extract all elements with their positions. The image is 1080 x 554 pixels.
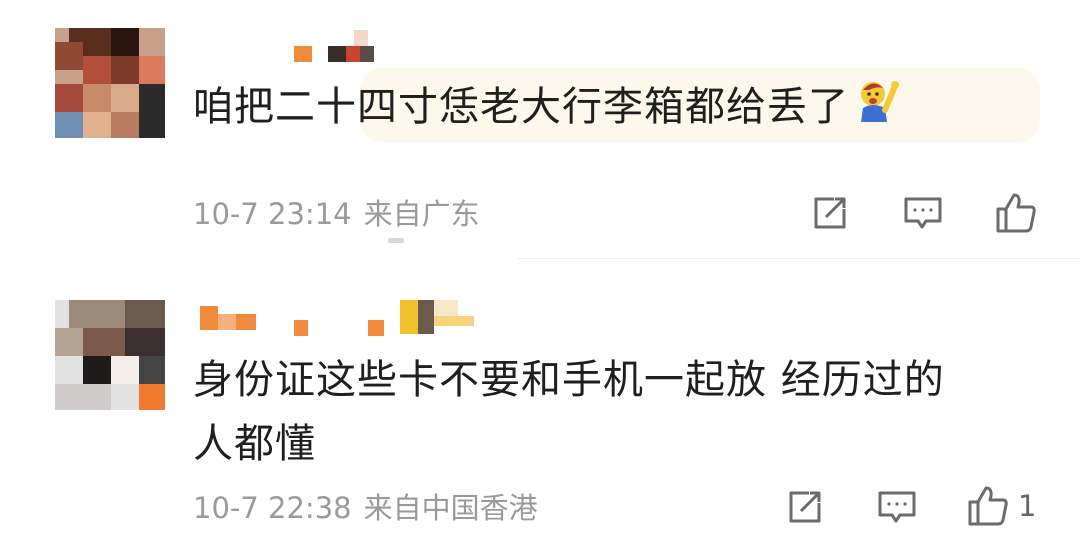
like-button[interactable] [994,191,1046,235]
comment-item[interactable]: 咱把二十四寸恁老大行李箱都给丢了 10-7 23:14 来自广东 [0,0,1080,260]
location: 来自中国香港 [363,491,538,525]
divider [518,258,1080,259]
reply-button[interactable] [876,487,918,527]
username[interactable] [200,296,474,336]
comment-item[interactable]: 身份证这些卡不要和手机一起放 经历过的 人都懂 10-7 22:38 来自中国香港 [0,262,1080,554]
share-icon [785,487,825,527]
thumbs-up-icon [966,484,1010,528]
timestamp: 10-7 22:38 [193,491,352,525]
location: 来自广东 [363,197,480,231]
comment-text-line: 咱把二十四寸恁老大行李箱都给丢了 [193,84,849,130]
comment-text-line: 身份证这些卡不要和手机一起放 经历过的 [193,357,945,403]
comment-text-line: 人都懂 [193,421,316,467]
comment-text: 身份证这些卡不要和手机一起放 经历过的 人都懂 [193,348,945,476]
like-count: 1 [1018,489,1037,523]
timestamp: 10-7 23:14 [193,197,352,231]
comment-meta: 10-7 22:38 来自中国香港 [193,490,538,526]
reply-button[interactable] [902,193,944,233]
comment-text: 咱把二十四寸恁老大行李箱都给丢了 [193,78,899,142]
share-button[interactable] [785,487,825,527]
like-button[interactable]: 1 [966,484,1036,528]
drag-indicator [388,238,404,243]
comment-icon [902,193,944,233]
raising-hand-emoji-icon [855,78,899,142]
avatar[interactable] [55,28,165,138]
avatar[interactable] [55,300,165,410]
share-icon [810,193,850,233]
comment-meta: 10-7 23:14 来自广东 [193,196,480,232]
share-button[interactable] [810,193,850,233]
comment-icon [876,487,918,527]
thumbs-up-icon [994,191,1038,235]
